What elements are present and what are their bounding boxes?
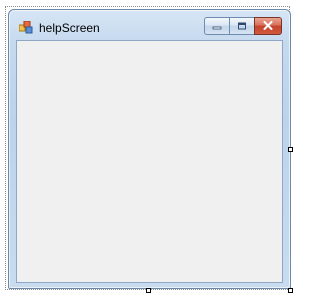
window-title: helpScreen — [39, 21, 100, 35]
title-bar[interactable]: helpScreen — [9, 10, 290, 40]
close-icon — [263, 17, 273, 35]
caption-buttons — [204, 17, 282, 35]
form-window[interactable]: helpScreen — [8, 9, 291, 289]
minimize-icon — [212, 17, 222, 35]
resize-handle-bottom-right[interactable] — [288, 288, 293, 293]
minimize-button[interactable] — [204, 17, 229, 35]
form-icon — [18, 20, 33, 34]
client-area[interactable] — [16, 40, 283, 283]
resize-handle-bottom[interactable] — [146, 288, 151, 293]
maximize-icon — [237, 17, 247, 35]
designer-surface: helpScreen — [0, 0, 300, 300]
close-button[interactable] — [254, 17, 282, 35]
maximize-button[interactable] — [229, 17, 254, 35]
resize-handle-right[interactable] — [288, 147, 293, 152]
